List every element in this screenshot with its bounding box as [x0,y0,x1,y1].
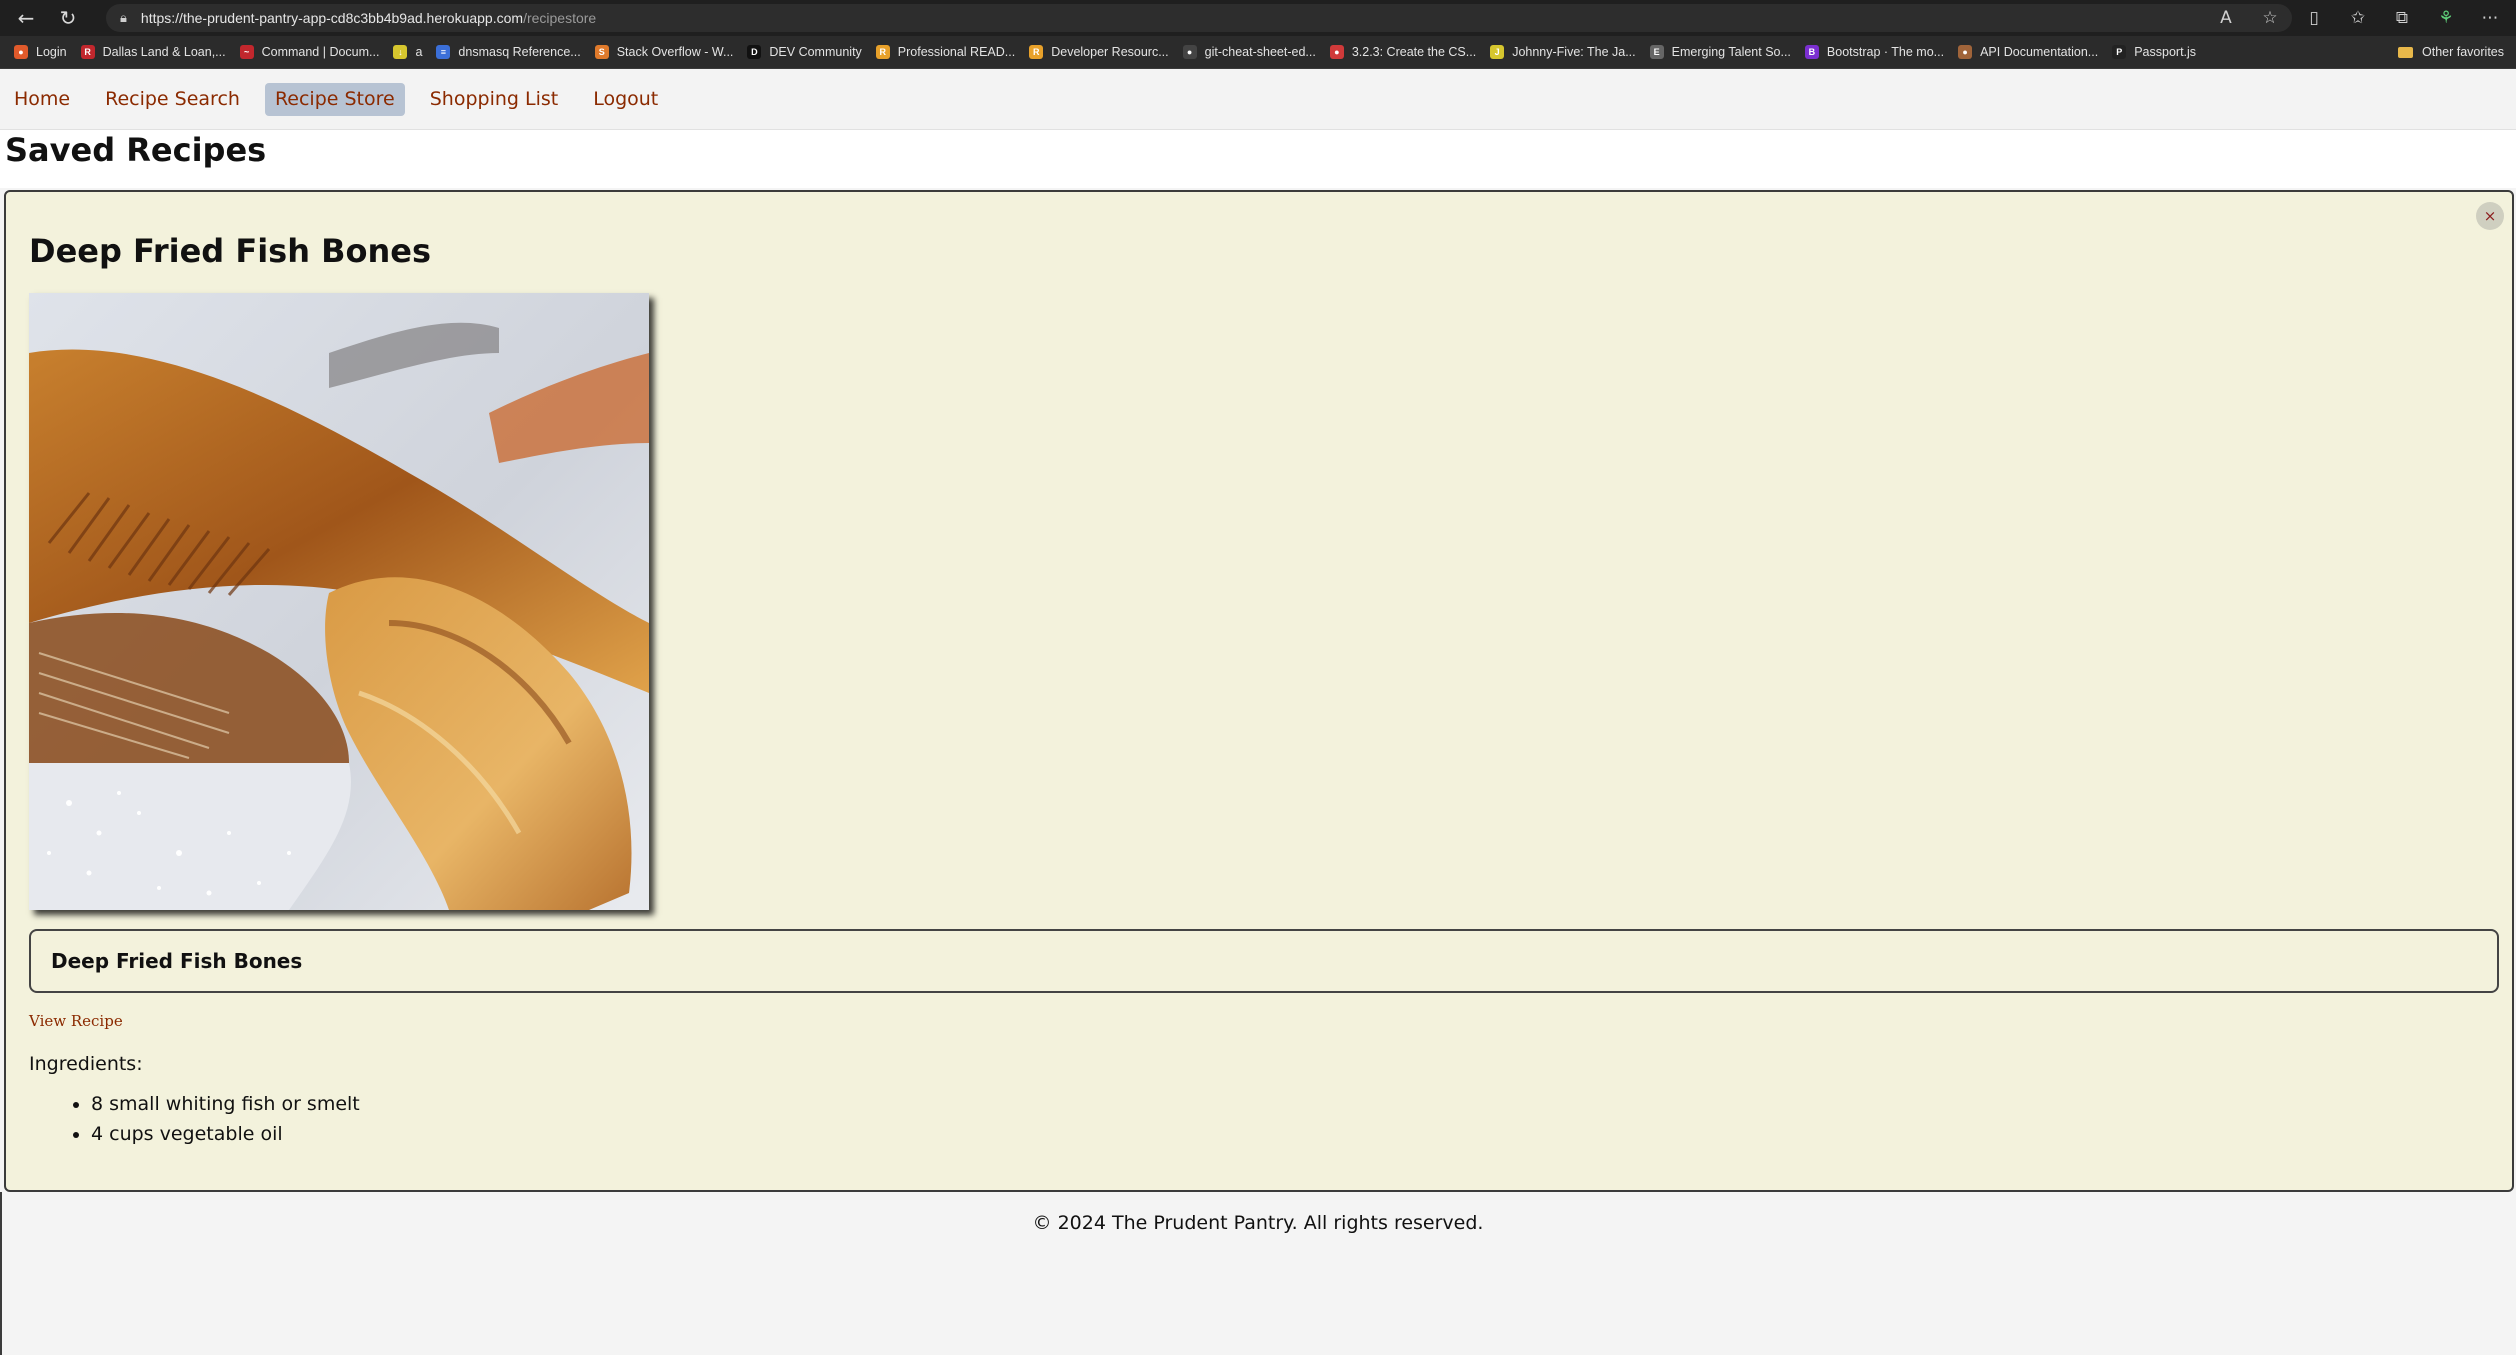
recipe-card: × Deep Fried Fish Bones Deep Fried Fish … [4,190,2514,1192]
ingredient-item: 8 small whiting fish or smelt [91,1089,360,1119]
bookmark-item[interactable]: P Passport.js [2112,45,2196,59]
bookmark-favicon-icon: D [747,45,762,59]
bookmark-label: Login [36,45,67,59]
bookmark-item[interactable]: ● 3.2.3: Create the CS... [1329,45,1477,59]
bookmark-label: Emerging Talent So... [1671,45,1791,59]
bookmark-favicon-icon: R [80,45,95,59]
bookmark-item[interactable]: B Bootstrap · The mo... [1804,45,1945,59]
bookmark-item[interactable]: ~ Command | Docum... [239,45,380,59]
nav-recipe-store[interactable]: Recipe Store [264,82,405,116]
bookmark-favicon-icon: J [1490,45,1505,59]
bookmark-favicon-icon: ● [1958,45,1973,59]
bookmark-favicon-icon: ● [1182,45,1197,59]
collections-icon[interactable]: ⧉ [2380,8,2424,28]
bookmark-label: Command | Docum... [261,45,380,59]
bookmark-label: API Documentation... [1980,45,2099,59]
bookmark-favicon-icon: ↓ [393,45,408,59]
close-button[interactable]: × [2476,202,2504,230]
recipe-box-title: Deep Fried Fish Bones [51,949,303,973]
split-screen-icon[interactable]: ▯ [2292,8,2336,28]
bookmark-favicon-icon: ● [1329,45,1344,59]
address-bar[interactable]: 🔒︎ https://the-prudent-pantry-app-cd8c3b… [106,4,2292,32]
url-host: https://the-prudent-pantry-app-cd8c3bb4b… [140,10,524,26]
bookmark-label: Stack Overflow - W... [616,45,734,59]
bookmark-item[interactable]: R Developer Resourc... [1029,45,1169,59]
recipe-image [29,293,649,910]
view-recipe-link[interactable]: View Recipe [29,1012,123,1030]
ingredients-list: 8 small whiting fish or smelt 4 cups veg… [29,1089,360,1149]
other-favorites-label: Other favorites [2422,45,2504,59]
other-favorites[interactable]: Other favorites [2398,36,2504,68]
more-menu-icon[interactable]: ⋯ [2468,8,2512,28]
browser-actions: A ☆ ▯ ✩ ⧉ ⚘ ⋯ [2204,0,2512,36]
refresh-icon[interactable]: ↻ [50,0,86,36]
bookmark-item[interactable]: ● git-cheat-sheet-ed... [1182,45,1316,59]
ingredient-item: 4 cups vegetable oil [91,1119,360,1149]
bookmark-label: Bootstrap · The mo... [1826,45,1945,59]
bookmark-favicon-icon: P [2112,45,2127,59]
nav-shopping-list[interactable]: Shopping List [420,83,568,116]
favorite-star-icon[interactable]: ☆ [2248,8,2292,28]
bookmark-item[interactable]: R Dallas Land & Loan,... [80,45,226,59]
bookmark-label: Passport.js [2134,45,2197,59]
bookmark-favicon-icon: E [1649,45,1664,59]
bookmark-label: Developer Resourc... [1051,45,1169,59]
nav-logout[interactable]: Logout [583,83,668,116]
bookmark-label: dnsmasq Reference... [458,45,581,59]
bookmark-label: a [415,45,423,59]
bookmark-item[interactable]: R Professional READ... [875,45,1016,59]
nav-recipe-search[interactable]: Recipe Search [95,83,250,116]
bookmark-label: Professional READ... [897,45,1016,59]
bookmark-item[interactable]: S Stack Overflow - W... [594,45,734,59]
bookmark-item[interactable]: E Emerging Talent So... [1649,45,1791,59]
recipe-title: Deep Fried Fish Bones [29,232,432,270]
extensions-icon[interactable]: ⚘ [2424,8,2468,28]
back-icon[interactable]: ← [8,0,44,36]
footer-text: © 2024 The Prudent Pantry. All rights re… [1032,1212,1484,1234]
bookmark-favicon-icon: B [1804,45,1819,59]
app-nav: Home Recipe Search Recipe Store Shopping… [0,69,2516,130]
read-aloud-icon[interactable]: A [2204,8,2248,28]
bookmark-favicon-icon: ~ [239,45,254,59]
bookmark-item[interactable]: ● API Documentation... [1958,45,2098,59]
nav-home[interactable]: Home [4,83,80,116]
ingredients-label: Ingredients: [29,1053,143,1075]
bookmark-label: 3.2.3: Create the CS... [1351,45,1477,59]
bookmark-favicon-icon: R [875,45,890,59]
lock-icon: 🔒︎ [120,10,127,25]
bookmark-item[interactable]: ≡ dnsmasq Reference... [436,45,581,59]
url-path: /recipestore [523,10,597,26]
bookmark-favicon-icon: ● [14,45,28,59]
bookmark-label: DEV Community [769,45,862,59]
bookmark-label: git-cheat-sheet-ed... [1204,45,1316,59]
bookmark-item[interactable]: J Johnny-Five: The Ja... [1490,45,1636,59]
bookmark-label: Johnny-Five: The Ja... [1512,45,1636,59]
browser-toolbar: ← ↻ 🔒︎ https://the-prudent-pantry-app-cd… [0,0,2516,36]
bookmark-item[interactable]: D DEV Community [747,45,862,59]
favorites-icon[interactable]: ✩ [2336,8,2380,28]
page-title: Saved Recipes [5,131,267,169]
bookmark-item[interactable]: ↓ a [393,45,422,59]
bookmark-label: Dallas Land & Loan,... [102,45,226,59]
page-header: Saved Recipes [0,130,2516,188]
bookmark-favicon-icon: R [1029,45,1044,59]
bookmark-item[interactable]: ● Login [14,45,67,59]
bookmark-favicon-icon: S [594,45,609,59]
recipe-title-box: Deep Fried Fish Bones [29,929,2499,993]
folder-icon [2398,46,2414,58]
bookmark-favicon-icon: ≡ [436,45,451,59]
bookmarks-bar: ● Login R Dallas Land & Loan,... ~ Command | … [0,36,2516,69]
